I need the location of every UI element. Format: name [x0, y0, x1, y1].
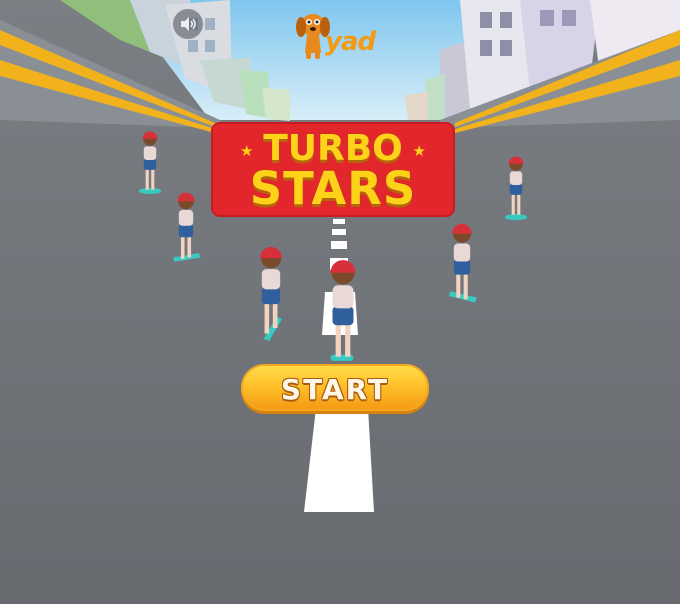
title-line-2: STARS — [249, 162, 417, 215]
publisher-logo[interactable]: yad — [295, 5, 376, 61]
speaker-icon — [181, 17, 196, 31]
game-scene — [0, 0, 680, 604]
start-button[interactable]: START — [241, 364, 429, 411]
game-stage: yad ★ ★ TURBO STARS START — [0, 0, 680, 604]
sound-toggle-button[interactable] — [173, 9, 203, 39]
start-button-label: START — [280, 373, 390, 406]
game-title: ★ ★ TURBO STARS — [211, 122, 455, 217]
logo-text: yad — [325, 27, 376, 57]
